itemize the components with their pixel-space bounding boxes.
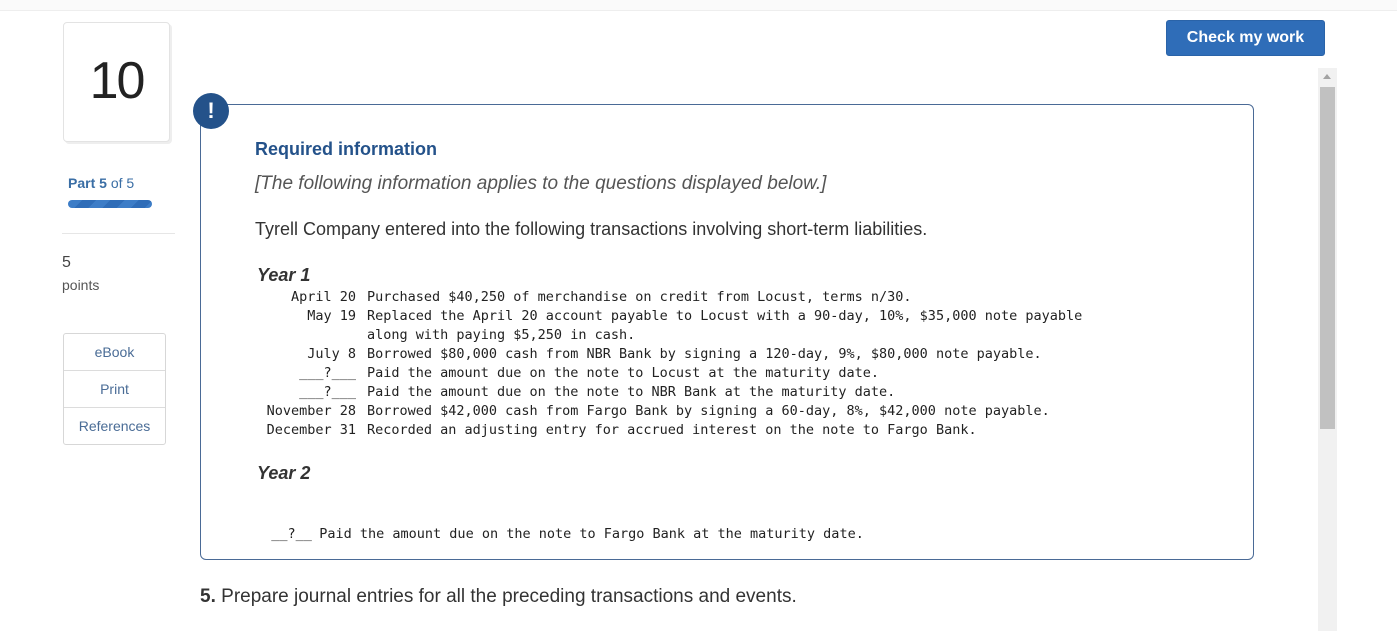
part-indicator: Part 5 of 5	[68, 175, 134, 191]
transaction-text: Paid the amount due on the note to NBR B…	[367, 384, 896, 400]
scroll-up-arrow-icon[interactable]	[1318, 68, 1337, 85]
question-number: 10	[89, 52, 146, 110]
part-progress-bar	[68, 200, 152, 208]
transaction-text: Borrowed $80,000 cash from NBR Bank by s…	[367, 346, 1042, 362]
transaction-date: December 31	[266, 422, 356, 438]
transaction-text: along with paying $5,250 in cash.	[367, 327, 636, 343]
transaction-row: May 19 Replaced the April 20 account pay…	[0, 308, 1397, 327]
points-value: 5	[62, 254, 71, 271]
year-2-heading: Year 2	[257, 463, 311, 483]
transaction-row: __?__ Paid the amount due on the note to …	[255, 510, 864, 542]
transaction-date: ___?___	[299, 365, 356, 381]
transaction-row: ___?___ Paid the amount due on the note …	[0, 384, 1397, 403]
year-1-heading: Year 1	[257, 265, 311, 285]
transaction-row: November 28 Borrowed $42,000 cash from F…	[0, 403, 1397, 422]
transaction-row: July 8 Borrowed $80,000 cash from NBR Ba…	[0, 346, 1397, 365]
transaction-text: Paid the amount due on the note to Locus…	[367, 365, 880, 381]
required-information-title: Required information	[255, 139, 438, 159]
transaction-text: Borrowed $42,000 cash from Fargo Bank by…	[367, 403, 1050, 419]
divider	[62, 233, 175, 234]
transaction-date: __?__	[271, 526, 312, 542]
transaction-date: July 8	[307, 346, 356, 362]
top-bar	[0, 0, 1397, 11]
applies-note: [The following information applies to th…	[255, 173, 827, 194]
transaction-row: December 31 Recorded an adjusting entry …	[0, 422, 1397, 441]
question-prompt-text: Prepare journal entries for all the prec…	[221, 586, 797, 607]
transaction-text: Purchased $40,250 of merchandise on cred…	[367, 289, 912, 305]
transaction-text: Paid the amount due on the note to Fargo…	[319, 526, 864, 542]
transaction-date: November 28	[266, 403, 356, 419]
intro-text: Tyrell Company entered into the followin…	[255, 219, 928, 239]
transaction-text: Replaced the April 20 account payable to…	[367, 308, 1083, 324]
question-prompt-number: 5.	[200, 586, 216, 607]
question-prompt: 5. Prepare journal entries for all the p…	[200, 586, 797, 608]
part-of: of 5	[110, 175, 135, 191]
part-label: Part	[68, 175, 96, 191]
check-my-work-button[interactable]: Check my work	[1166, 20, 1325, 56]
transaction-date: May 19	[307, 308, 356, 324]
transaction-row: along with paying $5,250 in cash.	[0, 327, 1397, 346]
transaction-date: ___?___	[299, 384, 356, 400]
question-number-card: 10	[63, 22, 170, 142]
alert-icon: !	[193, 93, 229, 129]
transaction-date: April 20	[290, 289, 356, 305]
transaction-row: ___?___ Paid the amount due on the note …	[0, 365, 1397, 384]
transaction-row: April 20 Purchased $40,250 of merchandis…	[0, 289, 1397, 308]
transaction-text: Recorded an adjusting entry for accrued …	[367, 422, 977, 438]
part-current: 5	[99, 175, 107, 191]
